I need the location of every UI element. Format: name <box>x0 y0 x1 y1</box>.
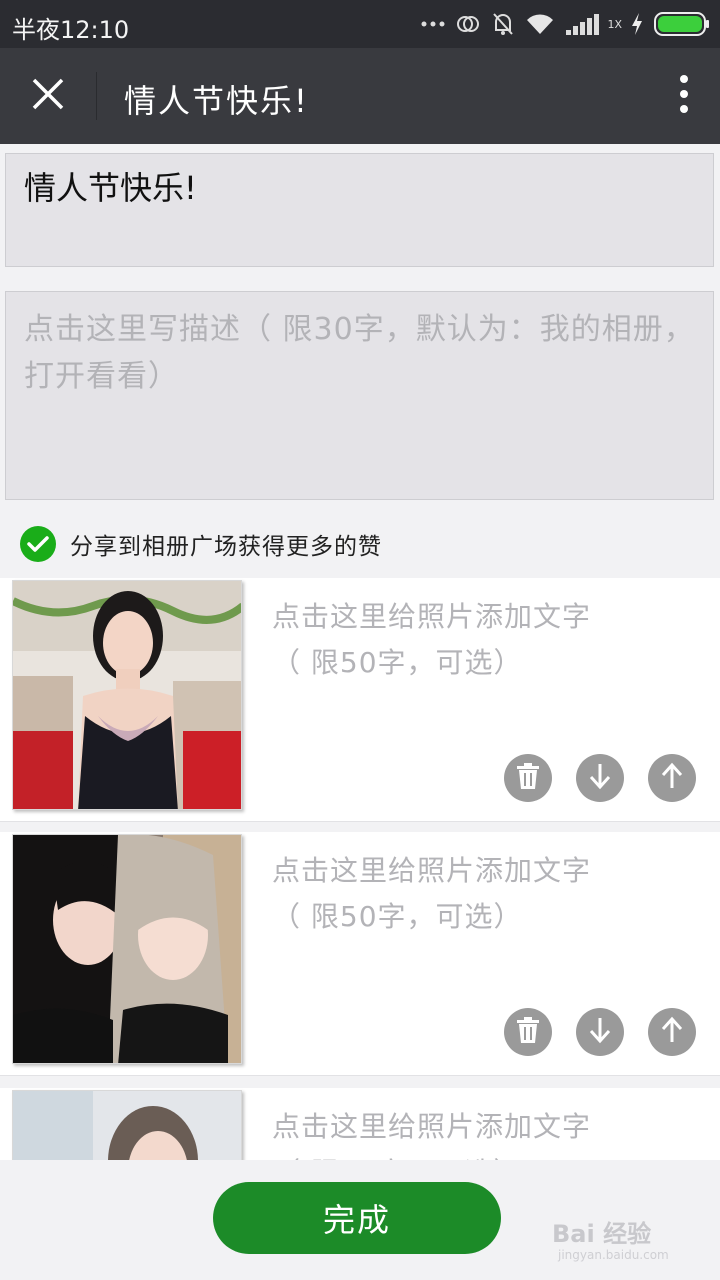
close-button[interactable] <box>18 66 78 126</box>
done-button[interactable]: 完成 <box>213 1182 501 1254</box>
album-description-input[interactable]: 点击这里写描述（ 限30字，默认为：我的相册，打开看看） <box>5 291 714 500</box>
photo-caption-input[interactable]: 点击这里给照片添加文字（ 限50字，可选） <box>272 1104 602 1160</box>
signal-rate: 1X <box>607 17 622 31</box>
photo-actions <box>504 1008 696 1056</box>
share-to-square-checkbox[interactable]: 分享到相册广场获得更多的赞 <box>20 524 382 564</box>
delete-photo-button[interactable] <box>504 754 552 802</box>
checkmark-icon <box>20 526 56 562</box>
page-title: 情人节快乐! <box>124 82 309 120</box>
more-dots-icon <box>421 20 445 28</box>
status-bar: 半夜12:10 1X <box>0 0 720 48</box>
move-up-button[interactable] <box>648 754 696 802</box>
status-time: 半夜12:10 <box>12 16 130 44</box>
status-icons: 1X <box>421 0 710 48</box>
trash-icon <box>515 762 541 794</box>
watermark-logo: Bai 经验 <box>552 1220 652 1248</box>
bottom-bar: 完成 Bai 经验 jingyan.baidu.com <box>0 1160 720 1280</box>
charging-bolt-icon <box>630 12 644 36</box>
photo-item: 点击这里给照片添加文字（ 限50字，可选） <box>0 578 720 822</box>
move-down-button[interactable] <box>576 754 624 802</box>
mute-bell-icon <box>491 11 515 37</box>
watermark-url: jingyan.baidu.com <box>558 1248 669 1262</box>
sync-icon <box>455 11 481 37</box>
toolbar-divider <box>96 72 97 120</box>
photo-actions <box>504 754 696 802</box>
photo-thumbnail[interactable] <box>12 1090 242 1160</box>
photo-list[interactable]: 点击这里给照片添加文字（ 限50字，可选） 点击这里给照片添加文字（ 限50字，… <box>0 578 720 1160</box>
photo-thumbnail[interactable] <box>12 580 242 810</box>
arrow-down-icon <box>588 762 612 794</box>
arrow-up-icon <box>660 762 684 794</box>
more-options-button[interactable] <box>666 68 702 124</box>
share-label: 分享到相册广场获得更多的赞 <box>70 534 382 560</box>
photo-caption-input[interactable]: 点击这里给照片添加文字（ 限50字，可选） <box>272 594 602 686</box>
photo-item: 点击这里给照片添加文字（ 限50字，可选） <box>0 1088 720 1160</box>
battery-icon <box>654 11 710 37</box>
move-down-button[interactable] <box>576 1008 624 1056</box>
signal-icon <box>565 12 603 36</box>
close-icon <box>31 77 65 115</box>
arrow-down-icon <box>588 1016 612 1048</box>
photo-item: 点击这里给照片添加文字（ 限50字，可选） <box>0 832 720 1076</box>
toolbar: 情人节快乐! <box>0 48 720 144</box>
more-vertical-icon <box>679 74 689 118</box>
photo-thumbnail[interactable] <box>12 834 242 1064</box>
wifi-icon <box>525 12 555 36</box>
photo-caption-input[interactable]: 点击这里给照片添加文字（ 限50字，可选） <box>272 848 602 940</box>
trash-icon <box>515 1016 541 1048</box>
album-title-input[interactable]: 情人节快乐! <box>5 153 714 267</box>
delete-photo-button[interactable] <box>504 1008 552 1056</box>
arrow-up-icon <box>660 1016 684 1048</box>
move-up-button[interactable] <box>648 1008 696 1056</box>
